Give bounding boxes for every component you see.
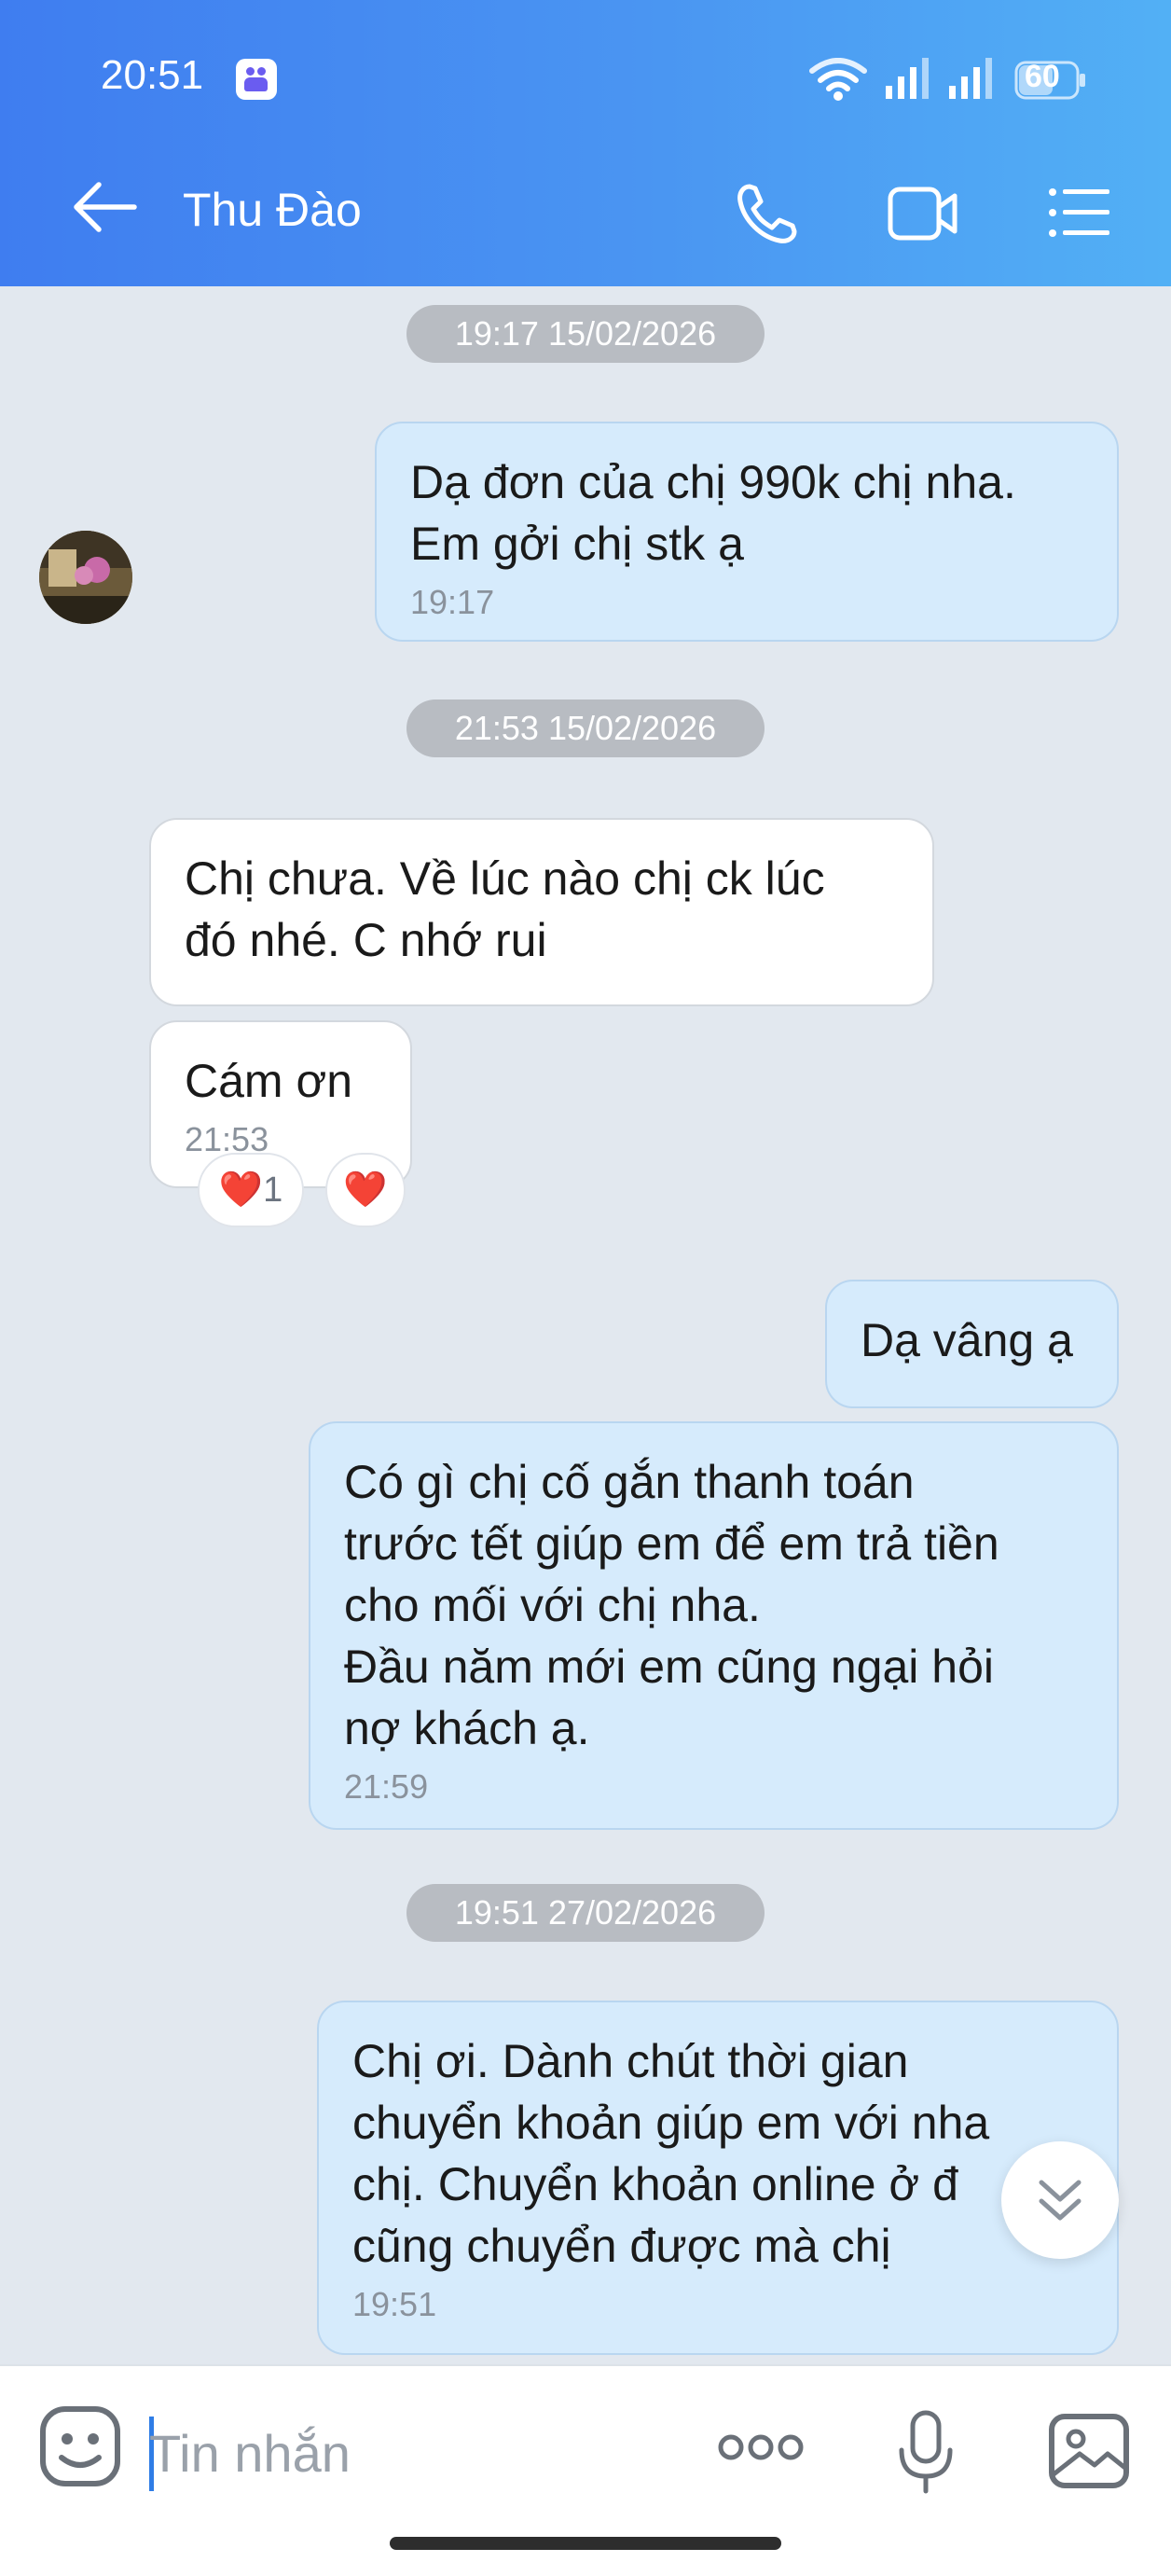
reaction-count-badge[interactable]: ❤️ 1 — [198, 1153, 304, 1227]
message-time: 19:51 — [352, 2285, 437, 2323]
double-chevron-down-icon — [1039, 2180, 1081, 2221]
message-input[interactable] — [149, 2411, 671, 2495]
heart-icon: ❤️ — [218, 1170, 264, 1210]
reaction-count: 1 — [263, 1170, 283, 1210]
cell-signal-icon — [886, 58, 929, 99]
cell-signal-icon — [949, 58, 992, 99]
wifi-icon — [809, 58, 867, 101]
avatar[interactable] — [39, 531, 132, 624]
scroll-to-bottom-button[interactable] — [1001, 2141, 1119, 2259]
message-time: 21:59 — [344, 1767, 429, 1806]
message-text: Có gì chị cố gắn thanh toán trước tết gi… — [344, 1456, 999, 1754]
date-separator: 19:17 15/02/2026 — [406, 305, 765, 363]
back-arrow-icon[interactable] — [73, 179, 138, 235]
battery-level: 60 — [1025, 59, 1060, 94]
message-text: Chị ơi. Dành chút thời gian chuyển khoản… — [352, 2035, 990, 2272]
outgoing-message[interactable]: Chị ơi. Dành chút thời gian chuyển khoản… — [317, 2001, 1119, 2355]
message-text: Dạ vâng ạ — [861, 1314, 1073, 1366]
message-text: Chị chưa. Về lúc nào chị ck lúc đó nhé. … — [185, 852, 825, 966]
outgoing-message[interactable]: Dạ vâng ạ — [825, 1280, 1119, 1408]
message-time: 19:17 — [410, 583, 495, 621]
image-icon[interactable] — [1048, 2413, 1130, 2489]
incoming-message[interactable]: Chị chưa. Về lúc nào chị ck lúc đó nhé. … — [149, 818, 934, 1006]
date-separator: 21:53 15/02/2026 — [406, 699, 765, 757]
emoji-icon[interactable] — [39, 2405, 121, 2487]
outgoing-message[interactable]: Có gì chị cố gắn thanh toán trước tết gi… — [309, 1421, 1119, 1830]
status-time: 20:51 — [101, 52, 204, 98]
contact-name[interactable]: Thu Đào — [183, 183, 362, 237]
outgoing-message[interactable]: Dạ đơn của chị 990k chị nha. Em gởi chị … — [375, 422, 1119, 642]
message-text: Cám ơn — [185, 1055, 353, 1107]
react-button[interactable]: ❤️ — [325, 1153, 406, 1227]
heart-icon: ❤️ — [343, 1170, 388, 1210]
date-separator: 19:51 27/02/2026 — [406, 1884, 765, 1942]
message-time: 21:53 — [185, 1120, 269, 1158]
notification-app-icon — [236, 59, 277, 100]
message-text: Dạ đơn của chị 990k chị nha. Em gởi chị … — [410, 456, 1016, 570]
menu-list-icon[interactable] — [1048, 187, 1111, 239]
message-input-bar — [0, 2364, 1171, 2576]
phone-icon[interactable] — [733, 181, 800, 248]
video-camera-icon[interactable] — [888, 187, 958, 241]
more-icon[interactable] — [718, 2431, 804, 2463]
home-indicator[interactable] — [390, 2537, 781, 2550]
chat-area[interactable]: 19:17 15/02/2026 Dạ đơn của chị 990k chị… — [0, 286, 1171, 2364]
app-header: 20:51 60 Thu Đào — [0, 0, 1171, 286]
microphone-icon[interactable] — [897, 2409, 955, 2495]
